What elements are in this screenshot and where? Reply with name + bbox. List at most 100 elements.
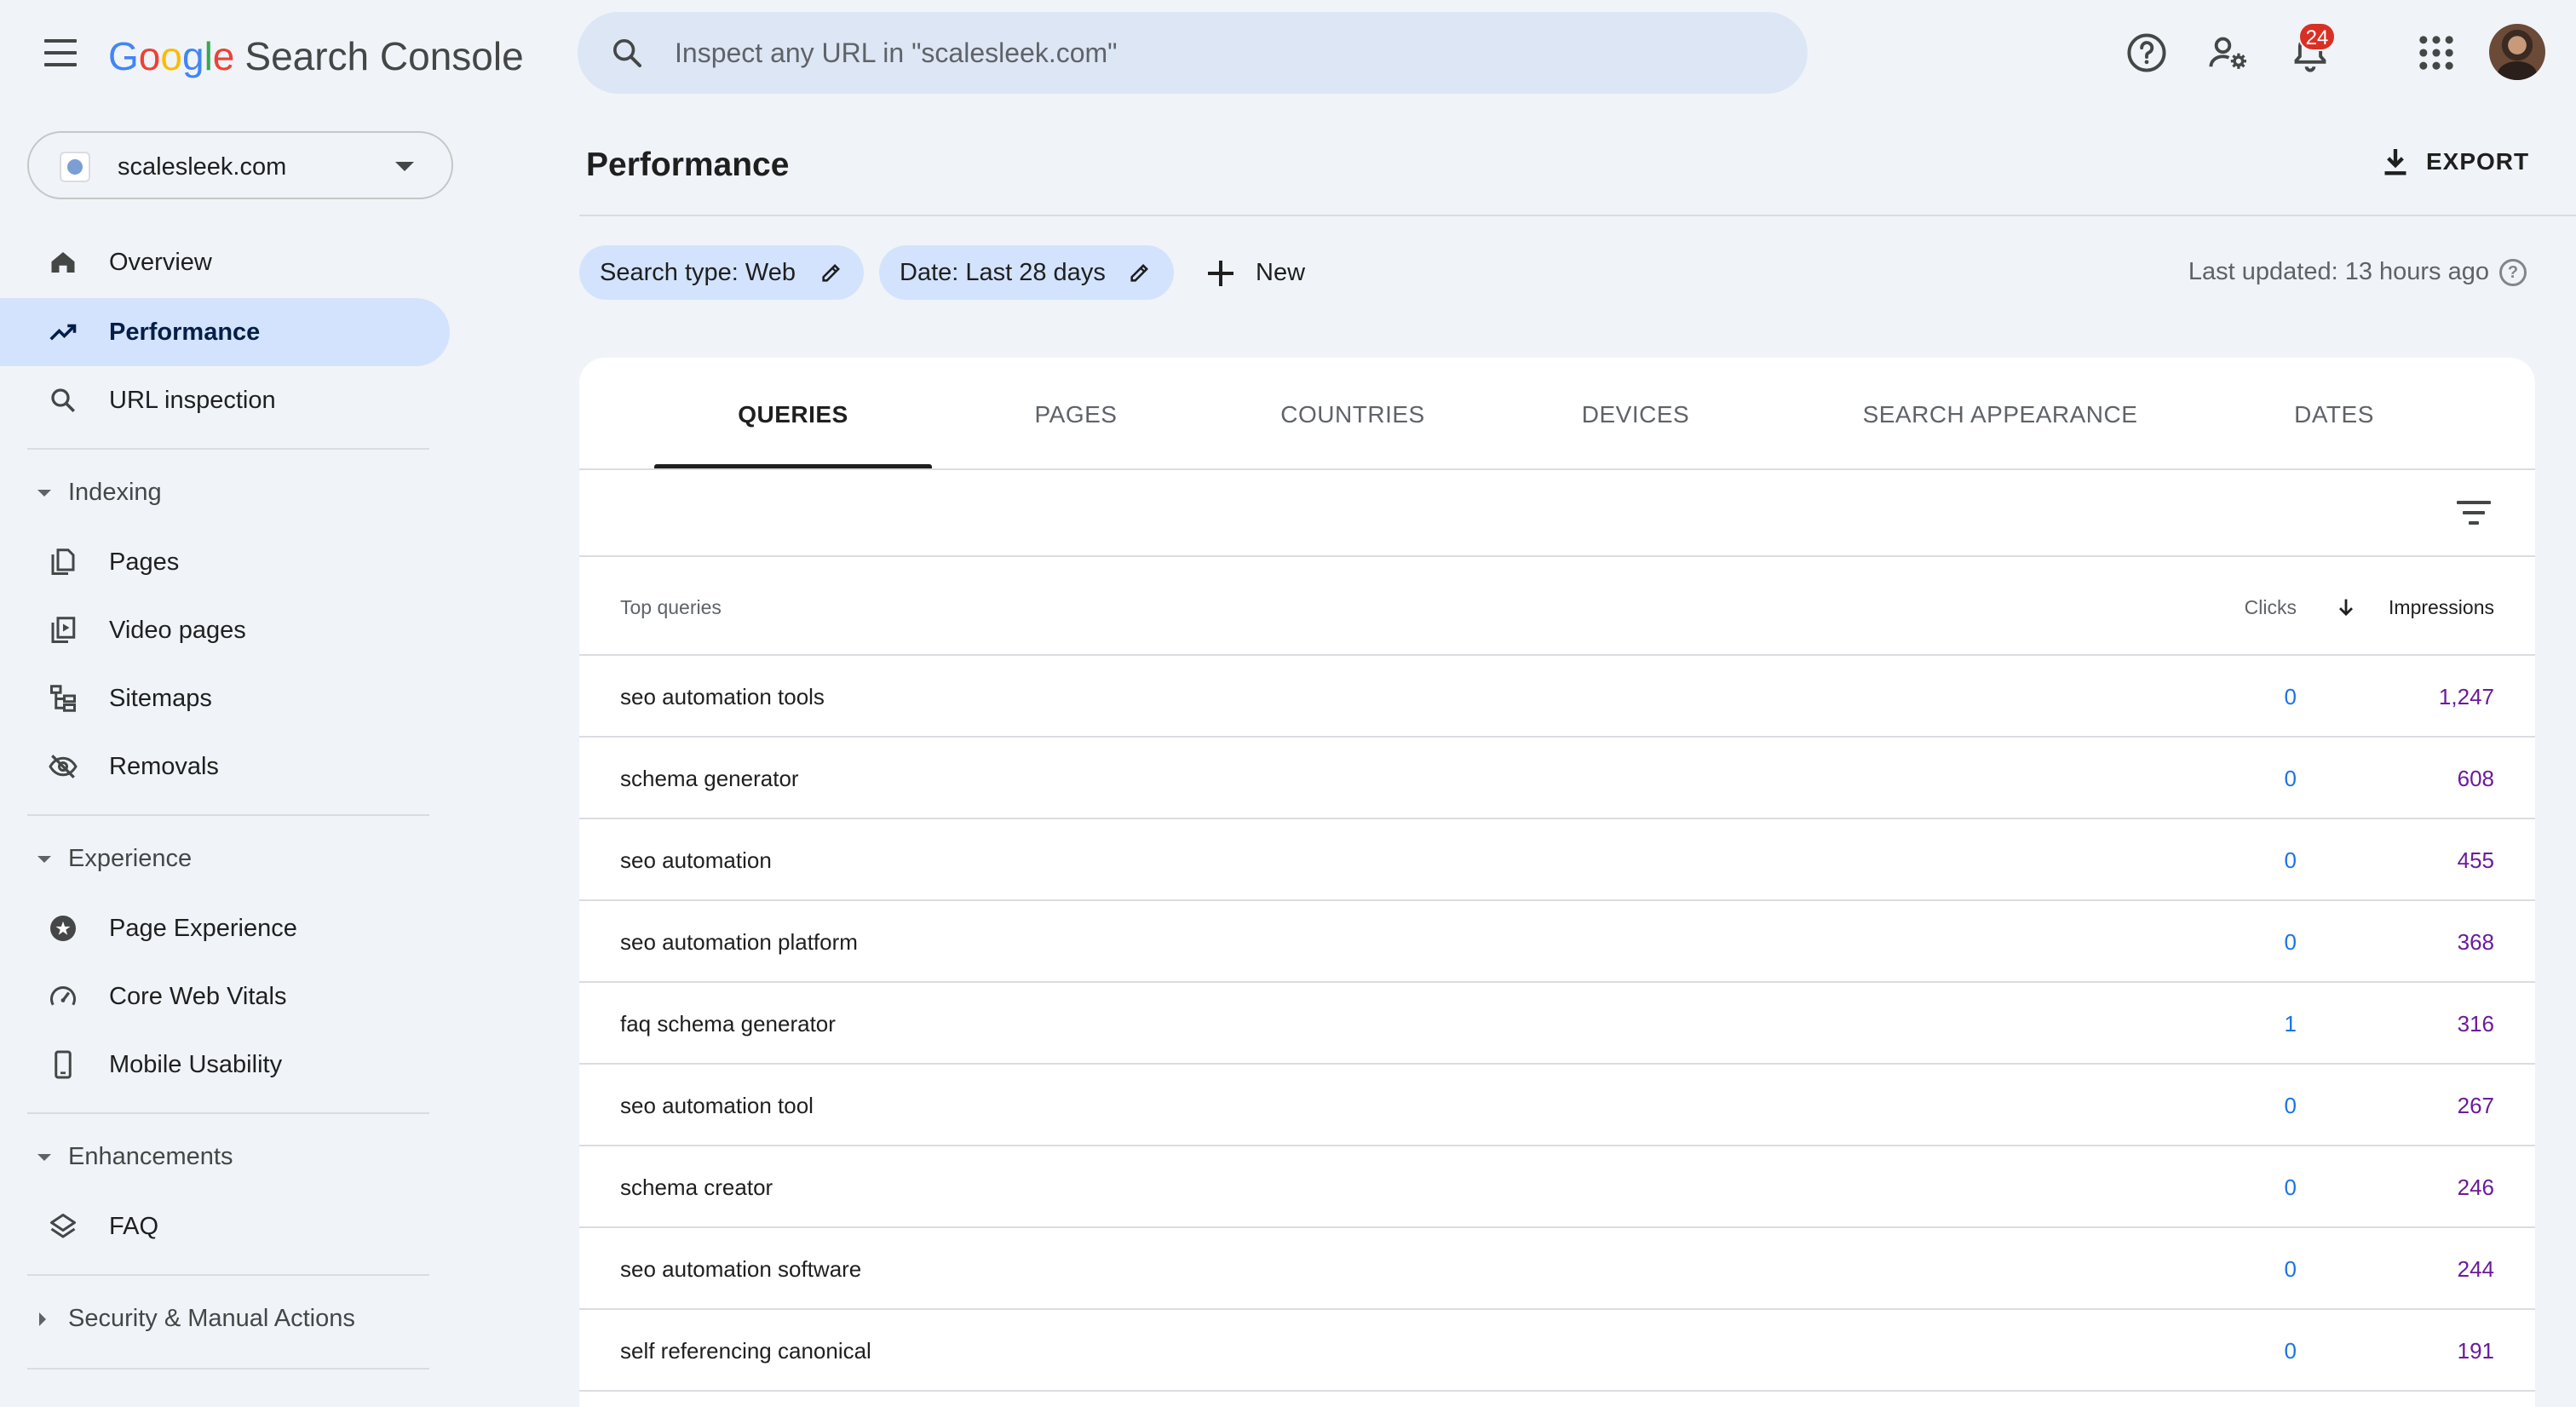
clicks-cell: 0: [2284, 929, 2297, 955]
edit-pencil-icon[interactable]: [1128, 261, 1152, 284]
impressions-cell: 455: [2457, 847, 2494, 873]
sidebar-item-faq[interactable]: FAQ: [0, 1192, 450, 1261]
query-cell: schema generator: [620, 766, 799, 791]
top-bar: GoogleSearch Console 24: [0, 0, 2576, 107]
export-label: EXPORT: [2426, 148, 2530, 175]
help-circle-icon[interactable]: ?: [2499, 259, 2527, 286]
search-input[interactable]: [675, 29, 1765, 77]
collapse-arrow-icon: [37, 1154, 51, 1161]
user-settings-icon[interactable]: [2206, 31, 2251, 75]
tab-queries[interactable]: QUERIES: [654, 358, 932, 468]
sidebar-item-overview[interactable]: Overview: [0, 228, 450, 296]
tab-dates[interactable]: DATES: [2249, 358, 2419, 468]
chip-label: Search type: Web: [600, 259, 796, 286]
sidebar-item-page-experience[interactable]: Page Experience: [0, 894, 450, 962]
export-button[interactable]: EXPORT: [2368, 136, 2539, 187]
tab-label: QUERIES: [738, 401, 848, 428]
tab-label: COUNTRIES: [1280, 401, 1425, 428]
pages-icon: [51, 548, 75, 575]
table-row[interactable]: faq schema generator 1 316: [579, 983, 2535, 1065]
sidebar-item-removals[interactable]: Removals: [0, 732, 450, 801]
chip-label: Date: Last 28 days: [900, 259, 1106, 286]
google-apps-icon[interactable]: [2414, 31, 2458, 75]
sidebar-item-sitemaps[interactable]: Sitemaps: [0, 664, 450, 732]
edit-pencil-icon[interactable]: [819, 261, 843, 284]
product-name: Search Console: [244, 34, 524, 78]
eye-off-icon: [49, 755, 78, 778]
column-header-query: Top queries: [620, 596, 722, 618]
column-header-impressions[interactable]: Impressions: [2368, 594, 2494, 620]
clicks-cell: 1: [2284, 1011, 2297, 1037]
help-icon[interactable]: [2125, 31, 2169, 75]
section-security-manual-actions[interactable]: Security & Manual Actions: [0, 1289, 450, 1349]
sidebar-item-label: Overview: [109, 249, 212, 276]
tab-countries[interactable]: COUNTRIES: [1244, 358, 1462, 468]
sidebar-item-label: Page Experience: [109, 915, 297, 942]
url-inspection-search[interactable]: [578, 12, 1808, 94]
collapse-arrow-icon: [37, 856, 51, 863]
table-row[interactable]: self referencing canonical 0 191: [579, 1310, 2535, 1392]
impressions-cell: 246: [2457, 1174, 2494, 1200]
property-selector[interactable]: scalesleek.com: [27, 131, 453, 199]
property-name: scalesleek.com: [118, 153, 287, 181]
column-header-clicks[interactable]: Clicks: [2164, 594, 2297, 620]
query-cell: seo automation platform: [620, 929, 858, 955]
toolbar-divider: [579, 555, 2535, 557]
section-enhancements[interactable]: Enhancements: [0, 1128, 450, 1187]
table-row[interactable]: seo automation 0 455: [579, 819, 2535, 901]
search-type-filter-chip[interactable]: Search type: Web: [579, 245, 864, 300]
plus-icon: [1208, 261, 1233, 286]
expand-arrow-icon: [39, 1312, 46, 1326]
section-experience[interactable]: Experience: [0, 830, 450, 889]
search-console-logo[interactable]: Google Search Console: [108, 32, 524, 80]
sidebar-item-label: Removals: [109, 753, 219, 780]
add-filter-button[interactable]: New: [1196, 245, 1324, 300]
impressions-cell: 1,247: [2438, 684, 2494, 709]
table-row[interactable]: schema creator 0 246: [579, 1146, 2535, 1228]
sidebar-item-mobile-usability[interactable]: Mobile Usability: [0, 1031, 450, 1099]
tab-label: PAGES: [1034, 401, 1118, 428]
clicks-cell: 0: [2284, 847, 2297, 873]
clicks-cell: 0: [2284, 1093, 2297, 1118]
layers-icon: [50, 1214, 76, 1238]
notification-count-badge: 24: [2298, 22, 2336, 51]
sidebar-item-video-pages[interactable]: Video pages: [0, 596, 450, 664]
sidebar-item-core-web-vitals[interactable]: Core Web Vitals: [0, 962, 450, 1031]
sidebar-divider: [27, 1274, 429, 1276]
section-label: Indexing: [68, 479, 162, 506]
tab-pages[interactable]: PAGES: [993, 358, 1159, 468]
sidebar-item-url-inspection[interactable]: URL inspection: [0, 366, 450, 434]
table-row[interactable]: schema generator 0 608: [579, 738, 2535, 819]
sidebar-item-label: Performance: [109, 319, 261, 346]
sidebar-item-performance[interactable]: Performance: [0, 298, 450, 366]
main-menu-icon[interactable]: [37, 32, 83, 73]
impressions-cell: 267: [2457, 1093, 2494, 1118]
tab-devices[interactable]: DEVICES: [1550, 358, 1721, 468]
filter-rows-icon[interactable]: [2453, 492, 2494, 533]
date-filter-chip[interactable]: Date: Last 28 days: [879, 245, 1174, 300]
table-row[interactable]: seo automation software 0 244: [579, 1228, 2535, 1310]
section-label: Experience: [68, 845, 193, 872]
sidebar-item-label: Mobile Usability: [109, 1051, 283, 1078]
sidebar-item-label: Core Web Vitals: [109, 983, 287, 1010]
table-row[interactable]: seo automation tool 0 267: [579, 1065, 2535, 1146]
tab-search-appearance[interactable]: SEARCH APPEARANCE: [1838, 358, 2162, 468]
sitemap-icon: [50, 685, 76, 712]
table-row[interactable]: seo automation tools 0 1,247: [579, 656, 2535, 738]
dropdown-caret-icon: [395, 162, 414, 171]
impressions-cell: 316: [2457, 1011, 2494, 1037]
page-title: Performance: [586, 146, 790, 183]
sidebar-item-pages[interactable]: Pages: [0, 528, 450, 596]
site-favicon-icon: [60, 152, 90, 182]
search-icon: [613, 39, 641, 67]
trending-up-icon: [49, 324, 77, 341]
clicks-cell: 0: [2284, 766, 2297, 791]
query-cell: seo automation: [620, 847, 772, 873]
query-cell: faq schema generator: [620, 1011, 836, 1037]
account-avatar[interactable]: [2489, 24, 2545, 80]
sort-descending-icon[interactable]: [2334, 594, 2358, 620]
section-indexing[interactable]: Indexing: [0, 463, 450, 523]
tabs-divider: [579, 468, 2535, 470]
sidebar-item-label: Pages: [109, 548, 180, 576]
table-row[interactable]: seo automation platform 0 368: [579, 901, 2535, 983]
